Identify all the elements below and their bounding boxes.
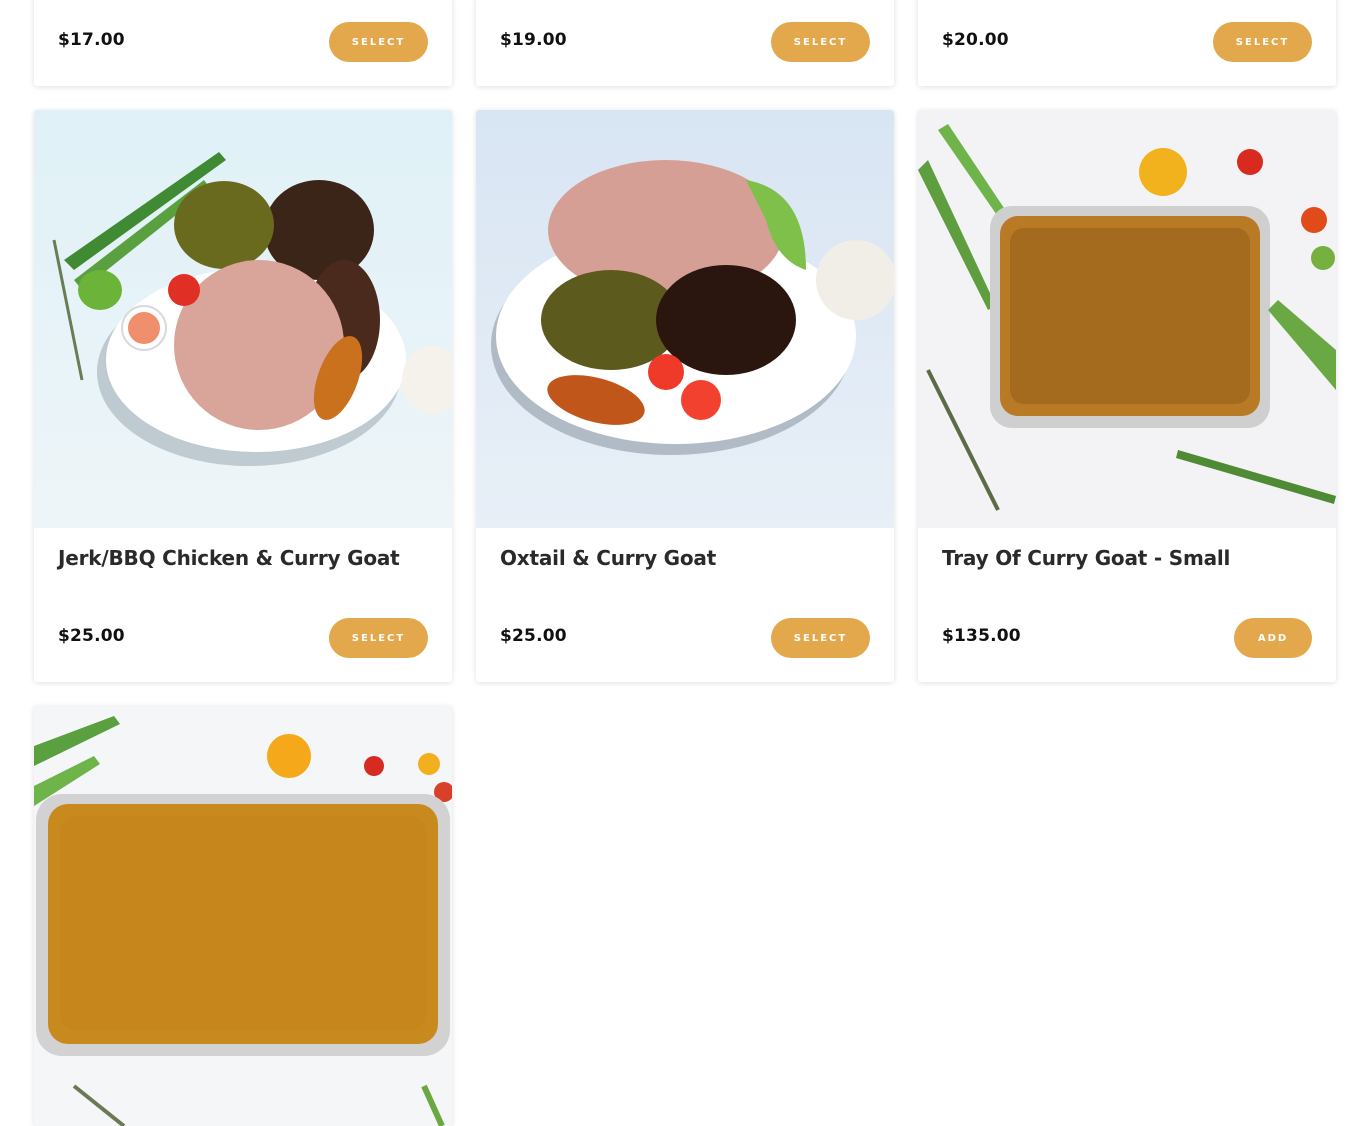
product-price: $135.00 xyxy=(942,626,1021,646)
product-title[interactable]: Oxtail & Curry Goat xyxy=(500,546,716,570)
add-button[interactable]: ADD xyxy=(1234,618,1312,658)
product-title[interactable]: Jerk/BBQ Chicken & Curry Goat xyxy=(58,546,400,570)
product-card xyxy=(34,706,452,1126)
product-card: Jerk/BBQ Chicken & Curry Goat $25.00 SEL… xyxy=(34,110,452,682)
product-card: $17.00 SELECT xyxy=(34,0,452,86)
product-price: $19.00 xyxy=(500,30,567,50)
curry-goat-tray-large-image[interactable] xyxy=(34,706,452,1126)
select-button[interactable]: SELECT xyxy=(771,22,870,62)
select-button[interactable]: SELECT xyxy=(1213,22,1312,62)
product-card: Oxtail & Curry Goat $25.00 SELECT xyxy=(476,110,894,682)
oxtail-curry-goat-image[interactable] xyxy=(476,110,894,528)
product-price: $25.00 xyxy=(500,626,567,646)
product-price: $17.00 xyxy=(58,30,125,50)
product-card: $19.00 SELECT xyxy=(476,0,894,86)
product-title[interactable]: Tray Of Curry Goat - Small xyxy=(942,546,1230,570)
product-card: Tray Of Curry Goat - Small $135.00 ADD xyxy=(918,110,1336,682)
product-price: $25.00 xyxy=(58,626,125,646)
select-button[interactable]: SELECT xyxy=(771,618,870,658)
select-button[interactable]: SELECT xyxy=(329,22,428,62)
product-card: $20.00 SELECT xyxy=(918,0,1336,86)
product-price: $20.00 xyxy=(942,30,1009,50)
select-button[interactable]: SELECT xyxy=(329,618,428,658)
curry-goat-tray-small-image[interactable] xyxy=(918,110,1336,528)
jerk-chicken-curry-goat-image[interactable] xyxy=(34,110,452,528)
